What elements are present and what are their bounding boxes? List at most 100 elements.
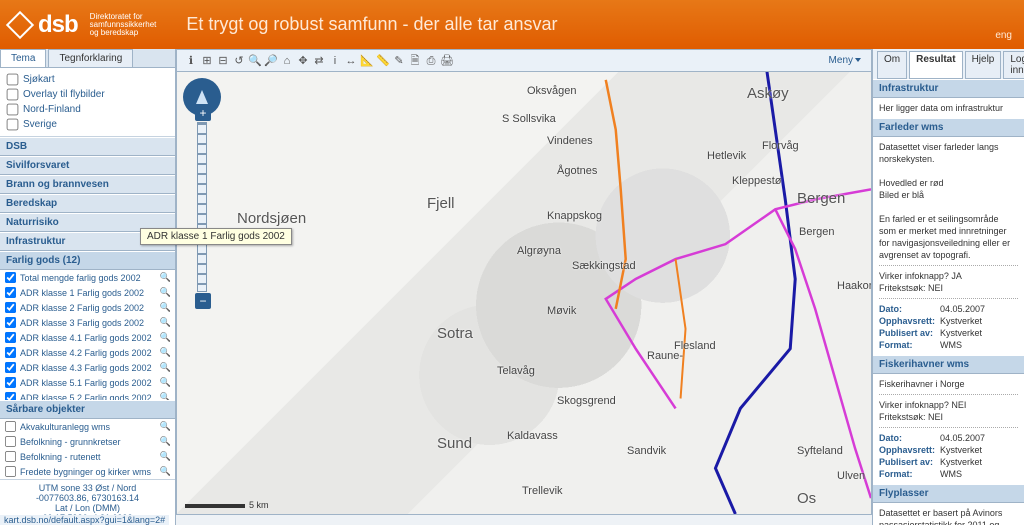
magnify-icon[interactable]: 🔍 [160,392,171,400]
layer-row[interactable]: Fredete bygninger og kirker wms🔍 [0,464,175,479]
tool-16[interactable]: 🖨 [439,52,455,68]
tab-resultat[interactable]: Resultat [909,51,962,79]
brand: dsb [38,11,78,39]
layer-row[interactable]: Befolkning - rutenett🔍 [0,449,175,464]
tool-12[interactable]: 📏 [375,52,391,68]
magnify-icon[interactable]: 🔍 [160,436,171,447]
tab-tema[interactable]: Tema [0,49,46,67]
tool-7[interactable]: ✥ [295,52,311,68]
basemap-row[interactable]: Sverige [6,117,169,132]
layer-checkbox[interactable] [5,421,16,432]
section-flyplasser[interactable]: Flyplasser [873,484,1024,503]
basemap-checkbox[interactable] [7,74,19,86]
basemap-row[interactable]: Nord-Finland [6,102,169,117]
tool-2[interactable]: ⊟ [215,52,231,68]
basemap-checkbox[interactable] [7,89,19,101]
magnify-icon[interactable]: 🔍 [160,421,171,432]
tool-0[interactable]: ℹ [183,52,199,68]
magnify-icon[interactable]: 🔍 [160,317,171,328]
layer-checkbox[interactable] [5,466,16,477]
layer-row[interactable]: Akvakulturanlegg wms🔍 [0,419,175,434]
zoom-slider[interactable]: + − [197,122,207,292]
layer-checkbox[interactable] [5,332,16,343]
cat-sivilforsvaret[interactable]: Sivilforsvaret [0,156,175,175]
tool-5[interactable]: 🔎 [263,52,279,68]
farleder-text2: Hovedled er rød Biled er blå [879,177,1018,201]
magnify-icon[interactable]: 🔍 [160,332,171,343]
zoom-in-button[interactable]: + [195,105,211,121]
section-infrastruktur[interactable]: Infrastruktur [873,79,1024,98]
cat-farlig-gods[interactable]: Farlig gods (12) [0,251,175,270]
tab-tegnforklaring[interactable]: Tegnforklaring [48,49,133,67]
layer-checkbox[interactable] [5,377,16,388]
layer-row[interactable]: ADR klasse 1 Farlig gods 2002🔍 [0,285,175,300]
basemap-row[interactable]: Sjøkart [6,72,169,87]
tool-8[interactable]: ⇄ [311,52,327,68]
tool-11[interactable]: 📐 [359,52,375,68]
magnify-icon[interactable]: 🔍 [160,347,171,358]
cat-dsb[interactable]: DSB [0,137,175,156]
section-farleder[interactable]: Farleder wms [873,118,1024,137]
basemap-list: Sjøkart Overlay til flybilder Nord-Finla… [0,68,175,137]
layer-row[interactable]: Befolkning - grunnkretser🔍 [0,434,175,449]
cat-beredskap[interactable]: Beredskap [0,194,175,213]
meta-key: Opphavsrett: [879,315,934,327]
tool-9[interactable]: i [327,53,343,69]
tool-15[interactable]: ⎙ [423,53,439,69]
layer-row[interactable]: ADR klasse 4.1 Farlig gods 2002🔍 [0,330,175,345]
menu-button[interactable]: Meny [825,55,865,66]
magnify-icon[interactable]: 🔍 [160,272,171,283]
tool-13[interactable]: ✎ [391,52,407,68]
layer-checkbox[interactable] [5,392,16,400]
cat-brann[interactable]: Brann og brannvesen [0,175,175,194]
map-canvas[interactable]: ℹ⊞⊟↺🔍🔎⌂✥⇄i↔📐📏✎🗎⎙🖨 Meny Nordsjøen Fjell S… [176,49,872,515]
layer-checkbox[interactable] [5,436,16,447]
magnify-icon[interactable]: 🔍 [160,287,171,298]
layer-checkbox[interactable] [5,272,16,283]
lang-switch[interactable]: eng [995,30,1012,41]
zoom-out-button[interactable]: − [195,293,211,309]
scale-label: 5 km [249,500,269,510]
layer-checkbox[interactable] [5,347,16,358]
layer-checkbox[interactable] [5,362,16,373]
magnify-icon[interactable]: 🔍 [160,451,171,462]
tool-14[interactable]: 🗎 [407,53,423,69]
layer-row[interactable]: ADR klasse 4.2 Farlig gods 2002🔍 [0,345,175,360]
tab-login[interactable]: Logg inn [1003,51,1024,79]
tool-10[interactable]: ↔ [343,53,359,69]
farlig-layer-list[interactable]: Total mengde farlig gods 2002🔍ADR klasse… [0,270,175,400]
tool-6[interactable]: ⌂ [279,53,295,69]
magnify-icon[interactable]: 🔍 [160,377,171,388]
magnify-icon[interactable]: 🔍 [160,362,171,373]
layer-row[interactable]: ADR klasse 5.1 Farlig gods 2002🔍 [0,375,175,390]
tab-hjelp[interactable]: Hjelp [965,51,1002,79]
magnify-icon[interactable]: 🔍 [160,302,171,313]
meta-key: Format: [879,468,934,480]
layer-row[interactable]: Total mengde farlig gods 2002🔍 [0,270,175,285]
meta-key: Publisert av: [879,327,934,339]
basemap-checkbox[interactable] [7,119,19,131]
layer-checkbox[interactable] [5,317,16,328]
tab-om[interactable]: Om [877,51,907,79]
layer-checkbox[interactable] [5,287,16,298]
fisk-body: Fiskerihavner i Norge Virker infoknapp? … [873,374,1024,484]
layer-row[interactable]: ADR klasse 4.3 Farlig gods 2002🔍 [0,360,175,375]
section-fiskerihavner[interactable]: Fiskerihavner wms [873,355,1024,374]
tool-3[interactable]: ↺ [231,52,247,68]
meta-val: WMS [940,339,962,351]
magnify-icon[interactable]: 🔍 [160,466,171,477]
tool-1[interactable]: ⊞ [199,52,215,68]
tool-4[interactable]: 🔍 [247,52,263,68]
fisk-text: Fiskerihavner i Norge [879,378,1018,390]
layer-row[interactable]: ADR klasse 5.2 Farlig gods 2002🔍 [0,390,175,400]
chevron-down-icon [855,58,861,62]
basemap-checkbox[interactable] [7,104,19,116]
layer-checkbox[interactable] [5,302,16,313]
layer-row[interactable]: ADR klasse 3 Farlig gods 2002🔍 [0,315,175,330]
layer-checkbox[interactable] [5,451,16,462]
cat-saarbare[interactable]: Sårbare objekter [0,400,175,419]
layer-row[interactable]: ADR klasse 2 Farlig gods 2002🔍 [0,300,175,315]
basemap-label: Sverige [23,119,57,130]
basemap-row[interactable]: Overlay til flybilder [6,87,169,102]
tagline: Et trygt og robust samfunn - der alle ta… [186,14,557,35]
